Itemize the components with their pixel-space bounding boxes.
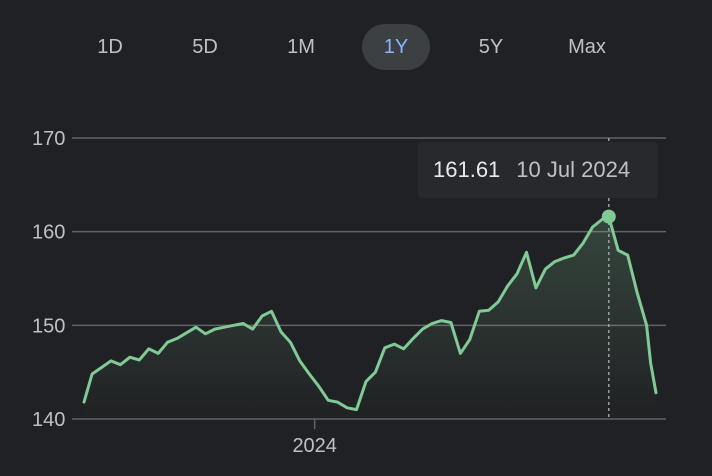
y-tick-label: 150: [32, 315, 65, 337]
y-tick-label: 170: [32, 128, 65, 150]
tooltip-date: 10 Jul 2024: [516, 157, 631, 182]
price-area-fill: [84, 216, 656, 419]
x-tick-label: 2024: [292, 435, 337, 457]
highlight-point: [601, 209, 616, 224]
price-tooltip: 161.61 10 Jul 2024: [418, 142, 658, 198]
price-chart[interactable]: 140 150 160 170 2024: [0, 0, 712, 476]
y-tick-label: 140: [32, 409, 65, 431]
y-tick-label: 160: [32, 222, 65, 244]
tooltip-value: 161.61: [433, 157, 501, 182]
